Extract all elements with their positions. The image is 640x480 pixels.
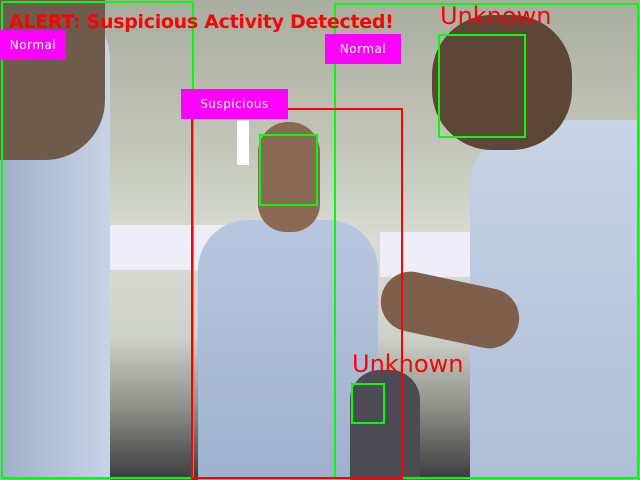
alert-banner: ALERT: Suspicious Activity Detected! (9, 11, 394, 33)
face-box-right (438, 34, 526, 138)
label-normal-right: Normal (325, 34, 401, 64)
face-box-background (351, 383, 385, 424)
face-label-unknown-top: Unknown (440, 2, 552, 30)
person-box-left (1, 1, 194, 479)
face-box-center (259, 134, 318, 206)
label-normal-left: Normal (0, 30, 66, 60)
label-suspicious: Suspicious (181, 89, 288, 119)
face-label-unknown-bottom: Unknown (352, 350, 464, 378)
